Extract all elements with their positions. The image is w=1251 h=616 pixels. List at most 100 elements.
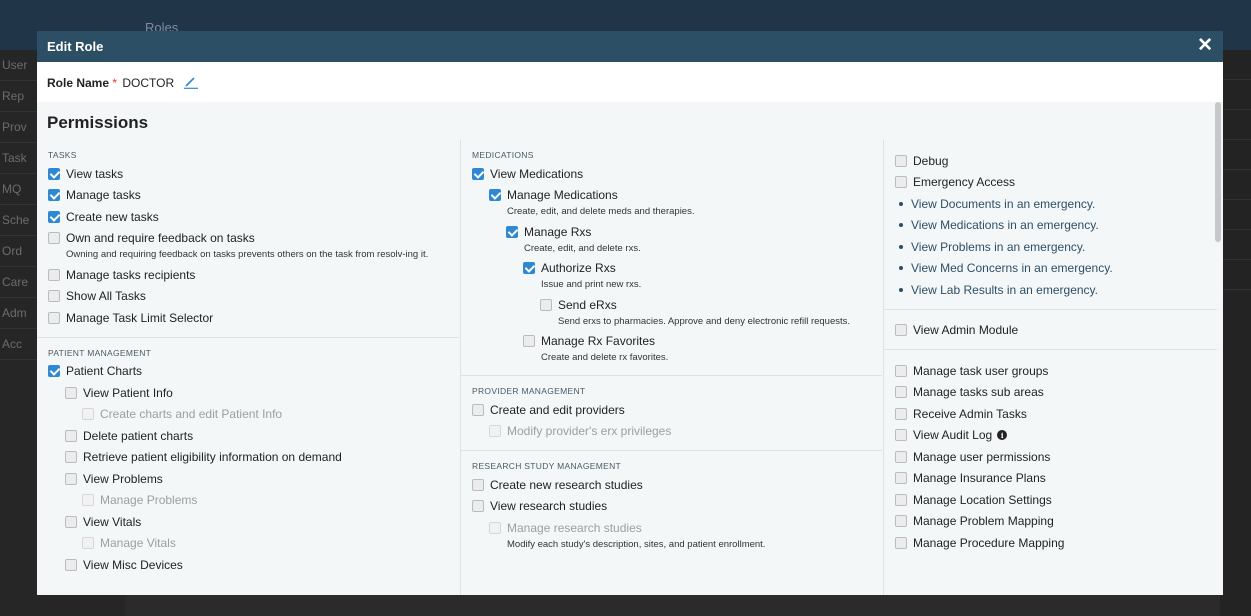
permission-manage-location-settings[interactable]: Manage Location Settings — [895, 489, 1217, 511]
permission-checkbox[interactable] — [895, 493, 907, 506]
permission-view-misc-devices[interactable]: View Misc Devices — [48, 554, 459, 576]
permission-show-all-tasks[interactable]: Show All Tasks — [48, 286, 459, 308]
permission-retrieve-patient-eligibility-information-on-demand[interactable]: Retrieve patient eligibility information… — [48, 447, 459, 469]
permission-checkbox[interactable] — [895, 324, 907, 337]
permission-section: Manage task user groups Manage tasks sub … — [884, 349, 1217, 562]
permission-view-problems[interactable]: View Problems — [48, 468, 459, 490]
permission-label: Authorize Rxs — [541, 261, 616, 276]
permission-checkbox[interactable] — [48, 167, 60, 180]
permission-checkbox[interactable] — [48, 189, 60, 202]
permission-view-audit-log[interactable]: View Audit Log i — [895, 425, 1217, 447]
permission-checkbox[interactable] — [895, 364, 907, 377]
permission-view-research-studies[interactable]: View research studies — [472, 496, 882, 518]
permission-manage-research-studies[interactable]: Manage research studies — [472, 517, 882, 539]
permission-modify-provider-s-erx-privileges[interactable]: Modify provider's erx privileges — [472, 421, 882, 443]
permission-view-admin-module[interactable]: View Admin Module — [895, 320, 1217, 342]
permission-checkbox[interactable] — [540, 298, 552, 311]
permission-checkbox[interactable] — [472, 478, 484, 491]
permission-checkbox[interactable] — [523, 262, 535, 275]
permission-manage-tasks-sub-areas[interactable]: Manage tasks sub areas — [895, 382, 1217, 404]
permission-view-medications[interactable]: View Medications — [472, 163, 882, 185]
permission-checkbox[interactable] — [48, 290, 60, 303]
permission-checkbox[interactable] — [895, 154, 907, 167]
permission-checkbox[interactable] — [895, 176, 907, 189]
info-icon[interactable]: i — [997, 430, 1008, 441]
permission-authorize-rxs[interactable]: Authorize Rxs — [472, 258, 882, 280]
permission-send-erxs[interactable]: Send eRxs — [472, 294, 882, 316]
permission-section: PATIENT MANAGEMENT Patient Charts View Pat… — [37, 336, 459, 584]
permission-emergency-access[interactable]: Emergency Access — [895, 172, 1217, 194]
permission-view-vitals[interactable]: View Vitals — [48, 511, 459, 533]
permission-checkbox[interactable] — [523, 335, 535, 348]
permission-manage-tasks-recipients[interactable]: Manage tasks recipients — [48, 264, 459, 286]
permission-description: Create, edit, and delete rxs. — [524, 242, 641, 254]
permission-checkbox[interactable] — [472, 167, 484, 180]
edit-role-modal: Edit Role ✕ Role Name * DOCTOR Permissio… — [37, 31, 1223, 595]
permission-manage-insurance-plans[interactable]: Manage Insurance Plans — [895, 468, 1217, 490]
permission-create-charts-and-edit-patient-info[interactable]: Create charts and edit Patient Info — [48, 404, 459, 426]
permission-manage-tasks[interactable]: Manage tasks — [48, 185, 459, 207]
emergency-access-item: View Problems in an emergency. — [895, 236, 1217, 258]
permission-checkbox[interactable] — [895, 407, 907, 420]
permission-label: View Vitals — [83, 514, 142, 529]
permission-label: Manage Location Settings — [913, 492, 1052, 507]
bullet-icon — [899, 223, 903, 228]
permission-manage-user-permissions[interactable]: Manage user permissions — [895, 446, 1217, 468]
permission-checkbox[interactable] — [472, 403, 484, 416]
permission-checkbox[interactable] — [48, 268, 60, 281]
permission-checkbox[interactable] — [489, 189, 501, 202]
close-icon[interactable]: ✕ — [1197, 34, 1213, 58]
permission-checkbox[interactable] — [65, 429, 77, 442]
permission-manage-vitals[interactable]: Manage Vitals — [48, 533, 459, 555]
permission-checkbox[interactable] — [895, 450, 907, 463]
permission-checkbox[interactable] — [48, 311, 60, 324]
permission-checkbox[interactable] — [82, 494, 94, 507]
emergency-access-item: View Lab Results in an emergency. — [895, 279, 1217, 301]
permission-manage-task-user-groups[interactable]: Manage task user groups — [895, 360, 1217, 382]
permission-checkbox[interactable] — [489, 425, 501, 438]
permission-checkbox[interactable] — [82, 408, 94, 421]
permission-label: Manage Problem Mapping — [913, 514, 1054, 529]
permission-manage-procedure-mapping[interactable]: Manage Procedure Mapping — [895, 532, 1217, 554]
permission-checkbox[interactable] — [895, 536, 907, 549]
permission-checkbox[interactable] — [489, 521, 501, 534]
permission-checkbox[interactable] — [65, 451, 77, 464]
permission-checkbox[interactable] — [895, 429, 907, 442]
permission-view-patient-info[interactable]: View Patient Info — [48, 382, 459, 404]
permission-label: Retrieve patient eligibility information… — [83, 450, 342, 465]
permission-manage-rx-favorites[interactable]: Manage Rx Favorites — [472, 331, 882, 353]
permission-checkbox[interactable] — [506, 225, 518, 238]
permission-manage-rxs[interactable]: Manage Rxs — [472, 221, 882, 243]
permission-label: View research studies — [490, 499, 608, 514]
permission-checkbox[interactable] — [65, 386, 77, 399]
permission-create-new-tasks[interactable]: Create new tasks — [48, 206, 459, 228]
permission-checkbox[interactable] — [895, 515, 907, 528]
permission-checkbox[interactable] — [48, 365, 60, 378]
permission-label: Create charts and edit Patient Info — [100, 407, 283, 422]
permission-checkbox[interactable] — [472, 500, 484, 513]
pencil-icon[interactable] — [183, 77, 198, 89]
emergency-access-item: View Documents in an emergency. — [895, 193, 1217, 215]
permission-checkbox[interactable] — [65, 515, 77, 528]
permission-manage-problem-mapping[interactable]: Manage Problem Mapping — [895, 511, 1217, 533]
permission-checkbox[interactable] — [82, 537, 94, 550]
permission-receive-admin-tasks[interactable]: Receive Admin Tasks — [895, 403, 1217, 425]
permission-checkbox[interactable] — [895, 386, 907, 399]
permission-manage-problems[interactable]: Manage Problems — [48, 490, 459, 512]
permission-view-tasks[interactable]: View tasks — [48, 163, 459, 185]
permission-checkbox[interactable] — [65, 558, 77, 571]
permission-label: View Patient Info — [83, 385, 173, 400]
permission-create-and-edit-providers[interactable]: Create and edit providers — [472, 399, 882, 421]
permission-manage-task-limit-selector[interactable]: Manage Task Limit Selector — [48, 307, 459, 329]
permission-delete-patient-charts[interactable]: Delete patient charts — [48, 425, 459, 447]
permission-own-and-require-feedback-on-tasks[interactable]: Own and require feedback on tasks — [48, 228, 459, 250]
permission-checkbox[interactable] — [48, 232, 60, 245]
permission-patient-charts[interactable]: Patient Charts — [48, 361, 459, 383]
permission-section: MEDICATIONS View Medications Manage Medica… — [461, 140, 882, 375]
permission-debug[interactable]: Debug — [895, 150, 1217, 172]
permission-manage-medications[interactable]: Manage Medications — [472, 185, 882, 207]
permission-checkbox[interactable] — [895, 472, 907, 485]
permission-checkbox[interactable] — [48, 210, 60, 223]
permission-checkbox[interactable] — [65, 472, 77, 485]
permission-create-new-research-studies[interactable]: Create new research studies — [472, 474, 882, 496]
